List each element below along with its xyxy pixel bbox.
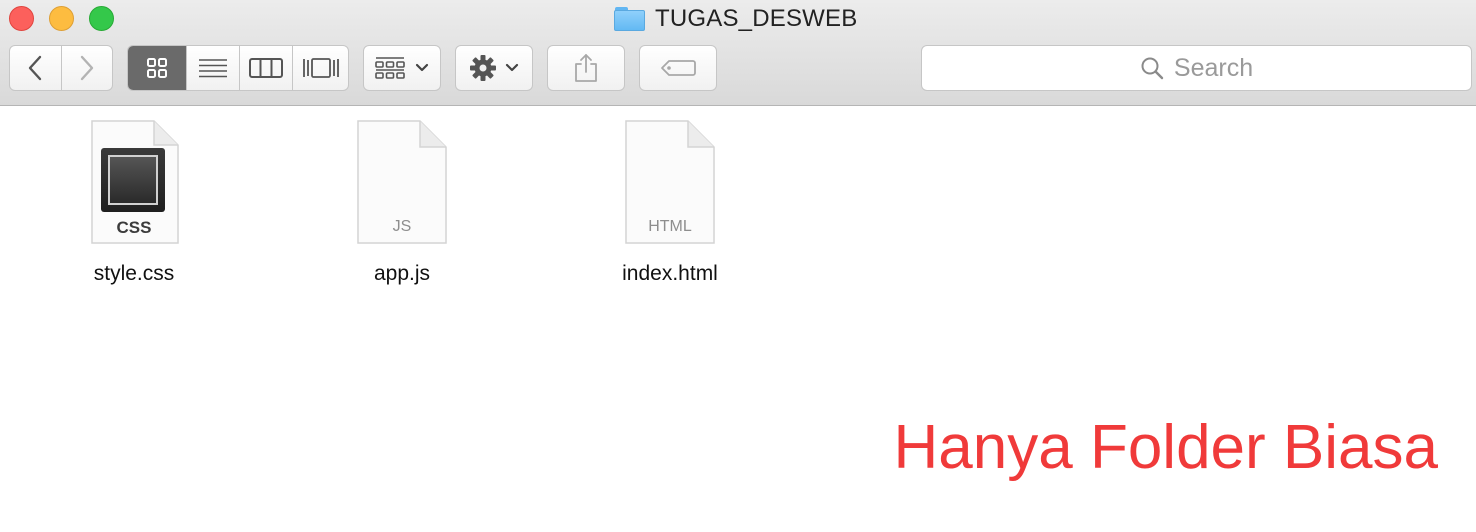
group-by-icon — [375, 57, 405, 79]
js-file-icon: JS — [354, 118, 450, 248]
file-item-style-css[interactable]: CSS style.css — [34, 118, 234, 286]
action-menu-button[interactable] — [455, 45, 533, 91]
file-name: style.css — [93, 262, 175, 285]
list-view-icon — [198, 59, 227, 78]
file-type-label: JS — [392, 218, 412, 235]
file-name: app.js — [373, 262, 431, 285]
back-forward-control — [9, 45, 113, 91]
share-icon — [575, 54, 597, 82]
tag-icon — [661, 60, 696, 76]
window-title: TUGAS_DESWEB — [655, 5, 858, 32]
chevron-down-icon — [505, 63, 519, 72]
file-item-app-js[interactable]: JS app.js — [302, 118, 502, 286]
chevron-left-icon — [29, 55, 42, 81]
file-type-label: CSS — [116, 218, 152, 237]
file-name: index.html — [622, 262, 718, 285]
html-file-icon: HTML — [622, 118, 718, 248]
folder-icon — [614, 7, 645, 31]
cover-flow-view-button[interactable] — [293, 46, 348, 90]
back-button[interactable] — [10, 46, 62, 90]
search-field[interactable]: Search — [921, 45, 1472, 91]
file-item-index-html[interactable]: HTML index.html — [570, 118, 770, 286]
group-by-button[interactable] — [363, 45, 441, 91]
search-placeholder: Search — [1173, 53, 1254, 82]
close-window-button[interactable] — [9, 6, 34, 31]
window-title-group: TUGAS_DESWEB — [614, 4, 857, 34]
annotation-caption: Hanya Folder Biasa — [893, 413, 1439, 482]
forward-button[interactable] — [62, 46, 113, 90]
icon-view-icon — [146, 58, 167, 78]
chevron-down-icon — [415, 63, 429, 72]
icon-view-button[interactable] — [128, 46, 187, 90]
css-file-icon: CSS — [86, 118, 182, 248]
minimize-window-button[interactable] — [49, 6, 74, 31]
cover-flow-view-icon — [302, 58, 339, 78]
gear-icon — [470, 55, 496, 81]
edit-tags-button[interactable] — [639, 45, 717, 91]
chevron-right-icon — [80, 55, 93, 81]
zoom-window-button[interactable] — [89, 6, 114, 31]
share-button[interactable] — [547, 45, 625, 91]
file-type-label: HTML — [648, 218, 692, 235]
column-view-icon — [248, 58, 283, 78]
list-view-button[interactable] — [187, 46, 240, 90]
column-view-button[interactable] — [240, 46, 294, 90]
view-mode-control — [127, 45, 349, 91]
search-icon — [1141, 57, 1164, 80]
window-titlebar: TUGAS_DESWEB Search — [0, 0, 1476, 106]
